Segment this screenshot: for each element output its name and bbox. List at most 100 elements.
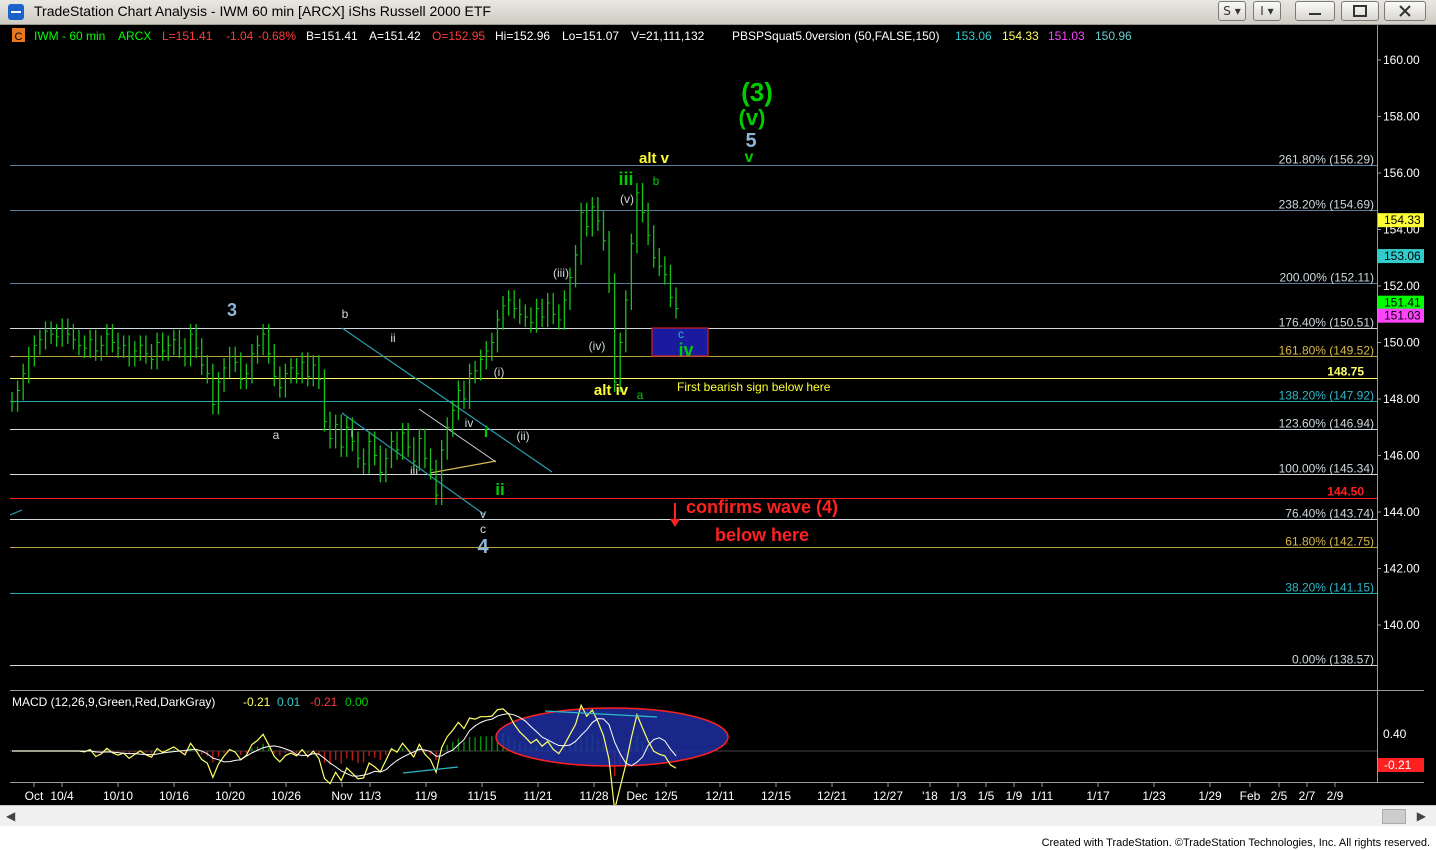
time-tick-label: 10/20 xyxy=(215,789,245,803)
header-ind2: 154.33 xyxy=(1002,29,1039,43)
wave-i-paren-label: (i) xyxy=(494,365,505,379)
macd-label: MACD (12,26,9,Green,Red,DarkGray) xyxy=(12,695,215,709)
fib-label: 123.60% (146.94) xyxy=(1279,417,1374,431)
chart-header: IWM - 60 min ARCX L=151.41 -1.04 -0.68% … xyxy=(34,29,1132,43)
fib-levels: 261.80% (156.29) 238.20% (154.69) 200.00% … xyxy=(10,153,1377,667)
scroll-left-arrow-icon[interactable]: ◀ xyxy=(6,809,15,823)
wave-iv-green-label: iv xyxy=(678,340,693,360)
price-chart[interactable]: 261.80% (156.29) 238.20% (154.69) 200.00% … xyxy=(0,25,1436,810)
price-tick-label: 144.00 xyxy=(1383,505,1420,519)
wave-iii-paren-label: (iii) xyxy=(553,266,569,280)
wave-3-label: (3) xyxy=(741,77,773,107)
fib-label: 61.80% (142.75) xyxy=(1285,535,1374,549)
mark-label: 144.50 xyxy=(1327,485,1364,499)
time-tick-label: 10/16 xyxy=(159,789,189,803)
header-symbol: IWM - 60 min xyxy=(34,29,105,43)
wave-ii-paren-label: (ii) xyxy=(516,429,529,443)
header-volume: V=21,111,132 xyxy=(631,29,705,43)
horizontal-scrollbar[interactable]: ◀ ▶ xyxy=(0,805,1436,826)
time-tick-label: Dec xyxy=(626,789,647,803)
header-ask: A=151.42 xyxy=(369,29,421,43)
confirms-wave-note: confirms wave (4) xyxy=(686,497,838,517)
alt-iv-label: alt iv xyxy=(594,382,629,399)
macd-value-1: -0.21 xyxy=(243,695,271,709)
wave-v-white-label: v xyxy=(480,507,486,521)
wave-v-paren-label: (v) xyxy=(739,105,766,130)
chart-area[interactable]: 261.80% (156.29) 238.20% (154.69) 200.00% … xyxy=(0,25,1436,810)
fib-label: 161.80% (149.52) xyxy=(1279,344,1374,358)
macd-value-3: -0.21 xyxy=(310,695,338,709)
time-tick-label: 1/3 xyxy=(950,789,967,803)
symbol-badge-letter: C xyxy=(15,31,23,43)
fib-label: 138.20% (147.92) xyxy=(1279,389,1374,403)
wave-ii-green-label: ii xyxy=(495,480,504,499)
price-bars xyxy=(11,182,679,505)
price-badge-label: 151.03 xyxy=(1384,309,1421,323)
time-tick-label: 2/7 xyxy=(1299,789,1316,803)
fib-label: 76.40% (143.74) xyxy=(1285,507,1374,521)
time-tick-label: 12/15 xyxy=(761,789,791,803)
scroll-thumb[interactable] xyxy=(1382,809,1406,824)
time-tick-label: 1/9 xyxy=(1006,789,1023,803)
interval-link-button[interactable]: I ▾ xyxy=(1253,1,1281,21)
time-tick-label: 11/9 xyxy=(415,789,438,803)
fib-label: 176.40% (150.51) xyxy=(1279,316,1374,330)
header-indicator: PBSPSquat5.0version (50,FALSE,150) xyxy=(732,29,939,43)
header-last: L=151.41 xyxy=(162,29,213,43)
mark-label: 148.75 xyxy=(1327,365,1364,379)
minimize-icon xyxy=(1309,13,1321,15)
time-tick-label: 12/27 xyxy=(873,789,903,803)
close-button[interactable] xyxy=(1384,1,1426,21)
wave-iv-paren-label: (iv) xyxy=(589,339,606,353)
wave-iii-green-label: iii xyxy=(618,169,633,189)
price-tick-label: 160.00 xyxy=(1383,53,1420,67)
wave-a-left-label: a xyxy=(273,428,280,442)
time-tick-label: 2/9 xyxy=(1327,789,1344,803)
fib-label: 200.00% (152.11) xyxy=(1279,271,1374,285)
time-tick-label: 12/5 xyxy=(654,789,678,803)
wave-i-green-label: i xyxy=(484,424,488,441)
time-tick-label: Oct xyxy=(25,789,44,803)
credits-bar: Created with TradeStation. ©TradeStation… xyxy=(0,826,1436,850)
price-badge-label: 154.33 xyxy=(1384,213,1421,227)
time-axis: Oct 10/4 10/10 10/16 10/20 10/26 Nov 11/3 11/9 11… xyxy=(25,782,1344,803)
price-tick-label: 146.00 xyxy=(1383,449,1420,463)
macd-value-4: 0.00 xyxy=(345,695,369,709)
symbol-link-button[interactable]: S ▾ xyxy=(1218,1,1246,21)
time-tick-label: 12/21 xyxy=(817,789,847,803)
wave-labels: (3) (v) 5 v alt v iii iv alt iv ii i 4 3 xyxy=(227,77,773,558)
header-ind1: 153.06 xyxy=(955,29,992,43)
time-tick-label: 12/11 xyxy=(705,789,734,803)
fib-label: 261.80% (156.29) xyxy=(1279,153,1374,167)
header-high: Hi=152.96 xyxy=(495,29,550,43)
price-badge-label: 153.06 xyxy=(1384,249,1421,263)
time-tick-label: 11/15 xyxy=(467,789,496,803)
fib-label: 38.20% (141.15) xyxy=(1285,581,1374,595)
wave-iv-white-label: iv xyxy=(465,416,474,430)
macd-badge-text: -0.21 xyxy=(1384,758,1412,772)
down-arrow-icon xyxy=(670,503,680,527)
app-icon xyxy=(8,4,24,20)
time-tick-label: 1/5 xyxy=(978,789,995,803)
maximize-button[interactable] xyxy=(1341,1,1379,21)
price-tick-label: 148.00 xyxy=(1383,392,1420,406)
price-tick-label: 152.00 xyxy=(1383,279,1420,293)
macd-trendline-low xyxy=(402,766,459,774)
title-bar: TradeStation Chart Analysis - IWM 60 min… xyxy=(0,0,1436,25)
credits-text: Created with TradeStation. ©TradeStation… xyxy=(1041,837,1430,849)
wave-iii-white-label: iii xyxy=(410,464,418,478)
scroll-right-arrow-icon[interactable]: ▶ xyxy=(1417,809,1426,823)
time-tick-label: 10/26 xyxy=(271,789,301,803)
window-title: TradeStation Chart Analysis - IWM 60 min… xyxy=(34,3,491,19)
minimize-button[interactable] xyxy=(1295,1,1335,21)
price-tick-label: 158.00 xyxy=(1383,110,1420,124)
price-tick-label: 142.00 xyxy=(1383,562,1420,576)
time-tick-label: 10/10 xyxy=(103,789,133,803)
header-low: Lo=151.07 xyxy=(562,29,619,43)
wave-b-left-label: b xyxy=(342,307,349,321)
time-tick-label: 1/23 xyxy=(1142,789,1166,803)
header-bid: B=151.41 xyxy=(306,29,358,43)
time-tick-label: 1/11 xyxy=(1031,789,1054,803)
time-tick-label: '18 xyxy=(922,789,938,803)
time-tick-label: 2/5 xyxy=(1271,789,1288,803)
